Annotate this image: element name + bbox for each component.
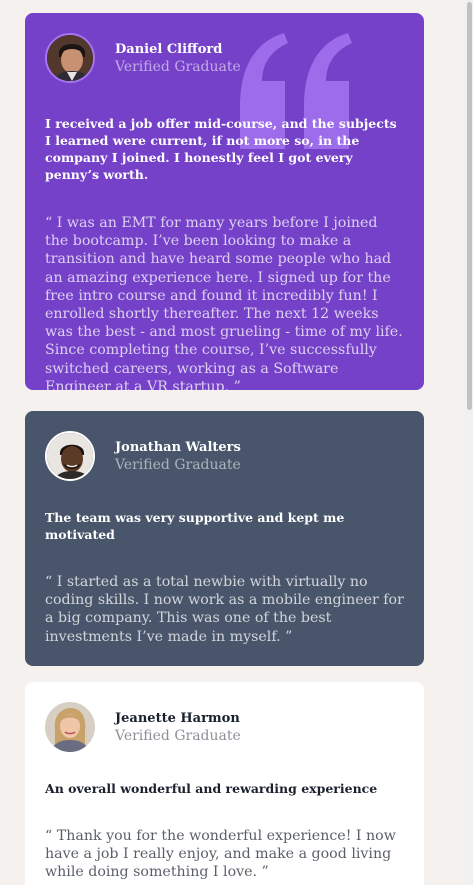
- author-name: Jonathan Walters: [115, 439, 241, 455]
- testimonial-body: “ Thank you for the wonderful experience…: [45, 828, 396, 881]
- card-header: Jonathan Walters Verified Graduate: [45, 431, 404, 481]
- author-name: Daniel Clifford: [115, 41, 223, 57]
- testimonial-body: “ I started as a total newbie with virtu…: [45, 574, 404, 645]
- testimonial-headline: The team was very supportive and kept me…: [45, 510, 345, 542]
- author-info: Daniel Clifford Verified Graduate: [115, 41, 241, 76]
- avatar: [45, 702, 95, 752]
- testimonials-page: Daniel Clifford Verified Graduate I rece…: [0, 0, 473, 885]
- testimonial-card-daniel: Daniel Clifford Verified Graduate I rece…: [25, 13, 424, 390]
- card-header: Daniel Clifford Verified Graduate: [45, 33, 404, 83]
- author-role: Verified Graduate: [115, 727, 241, 744]
- author-name: Jeanette Harmon: [115, 710, 240, 726]
- author-role: Verified Graduate: [115, 456, 241, 473]
- avatar: [45, 33, 95, 83]
- author-info: Jonathan Walters Verified Graduate: [115, 439, 241, 474]
- scrollbar-thumb[interactable]: [467, 2, 472, 410]
- testimonial-card-jeanette: Jeanette Harmon Verified Graduate An ove…: [25, 682, 424, 885]
- card-header: Jeanette Harmon Verified Graduate: [45, 702, 404, 752]
- testimonial-card-jonathan: Jonathan Walters Verified Graduate The t…: [25, 411, 424, 666]
- avatar: [45, 431, 95, 481]
- testimonial-headline: An overall wonderful and rewarding exper…: [45, 781, 378, 796]
- author-info: Jeanette Harmon Verified Graduate: [115, 710, 241, 745]
- author-role: Verified Graduate: [115, 58, 241, 75]
- testimonial-body: “ I was an EMT for many years before I j…: [45, 215, 403, 390]
- testimonial-headline: I received a job offer mid-course, and t…: [45, 116, 397, 182]
- vertical-scrollbar[interactable]: [466, 0, 473, 885]
